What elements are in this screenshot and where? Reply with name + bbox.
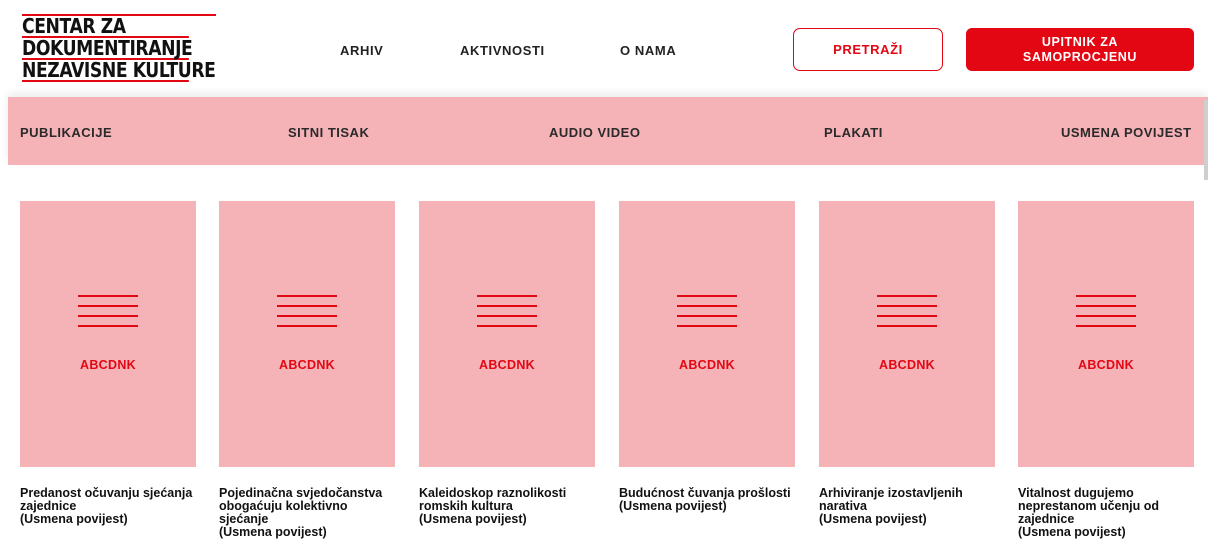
survey-button[interactable]: UPITNIK ZA SAMOPROCJENU (966, 28, 1194, 71)
category-usmena-povijest[interactable]: USMENA POVIJEST (1061, 125, 1192, 140)
card-title: Pojedinačna svjedočanstva obogaćuju kole… (219, 487, 395, 539)
card-title-text: Kaleidoskop raznolikosti romskih kultura (419, 486, 567, 513)
card-code: ABCDNK (479, 358, 535, 372)
card-code: ABCDNK (679, 358, 735, 372)
survey-button-line-2: SAMOPROCJENU (1022, 49, 1138, 64)
card-cover: ABCDNK (219, 201, 395, 467)
card-cover: ABCDNK (819, 201, 995, 467)
category-sitni-tisak[interactable]: SITNI TISAK (288, 125, 369, 140)
card-tag: (Usmena povijest) (419, 512, 527, 526)
card-title: Arhiviranje izostavljenih narativa (Usme… (819, 487, 995, 526)
document-lines-icon (477, 295, 537, 335)
card-title-text: Predanost očuvanju sjećanja zajednice (20, 486, 193, 513)
category-publikacije[interactable]: PUBLIKACIJE (20, 125, 112, 140)
archive-card[interactable]: ABCDNK Arhiviranje izostavljenih narativ… (819, 201, 995, 526)
category-bar: PUBLIKACIJE SITNI TISAK AUDIO VIDEO PLAK… (8, 97, 1208, 165)
nav-aktivnosti[interactable]: AKTIVNOSTI (460, 43, 545, 58)
card-title-text: Pojedinačna svjedočanstva obogaćuju kole… (219, 486, 383, 526)
card-cover: ABCDNK (619, 201, 795, 467)
survey-button-line-1: UPITNIK ZA (1041, 34, 1119, 49)
card-tag: (Usmena povijest) (1018, 525, 1126, 539)
archive-card[interactable]: ABCDNK Kaleidoskop raznolikosti romskih … (419, 201, 595, 526)
logo-line-3: NEZAVISNE KULTURE (22, 58, 216, 82)
archive-card[interactable]: ABCDNK Pojedinačna svjedočanstva obogaću… (219, 201, 395, 539)
card-cover: ABCDNK (20, 201, 196, 467)
card-tag: (Usmena povijest) (20, 512, 128, 526)
logo-line-1: CENTAR ZA (22, 16, 189, 38)
document-lines-icon (1076, 295, 1136, 335)
card-code: ABCDNK (279, 358, 335, 372)
document-lines-icon (78, 295, 138, 335)
category-audio-video[interactable]: AUDIO VIDEO (549, 125, 640, 140)
card-tag: (Usmena povijest) (619, 499, 727, 513)
archive-card[interactable]: ABCDNK Predanost očuvanju sjećanja zajed… (20, 201, 196, 526)
card-title: Vitalnost dugujemo neprestanom učenju od… (1018, 487, 1194, 539)
card-cover: ABCDNK (1018, 201, 1194, 467)
category-plakati[interactable]: PLAKATI (824, 125, 883, 140)
card-title-text: Arhiviranje izostavljenih narativa (819, 486, 963, 513)
search-button[interactable]: PRETRAŽI (793, 28, 943, 71)
document-lines-icon (877, 295, 937, 335)
card-title: Kaleidoskop raznolikosti romskih kultura… (419, 487, 595, 526)
archive-card[interactable]: ABCDNK Budućnost čuvanja prošlosti (Usme… (619, 201, 795, 513)
nav-arhiv[interactable]: ARHIV (340, 43, 383, 58)
archive-card[interactable]: ABCDNK Vitalnost dugujemo neprestanom uč… (1018, 201, 1194, 539)
card-tag: (Usmena povijest) (219, 525, 327, 539)
site-logo[interactable]: CENTAR ZA DOKUMENTIRANJE NEZAVISNE KULTU… (22, 14, 216, 82)
card-code: ABCDNK (1078, 358, 1134, 372)
logo-line-2: DOKUMENTIRANJE (22, 36, 193, 60)
nav-o-nama[interactable]: O NAMA (620, 43, 676, 58)
card-code: ABCDNK (80, 358, 136, 372)
card-code: ABCDNK (879, 358, 935, 372)
document-lines-icon (277, 295, 337, 335)
document-lines-icon (677, 295, 737, 335)
card-tag: (Usmena povijest) (819, 512, 927, 526)
scrollbar-thumb[interactable] (1204, 100, 1208, 180)
card-title: Budućnost čuvanja prošlosti (Usmena povi… (619, 487, 795, 513)
site-header: CENTAR ZA DOKUMENTIRANJE NEZAVISNE KULTU… (0, 0, 1208, 97)
card-title: Predanost očuvanju sjećanja zajednice (U… (20, 487, 196, 526)
card-title-text: Vitalnost dugujemo neprestanom učenju od… (1018, 486, 1159, 526)
card-cover: ABCDNK (419, 201, 595, 467)
